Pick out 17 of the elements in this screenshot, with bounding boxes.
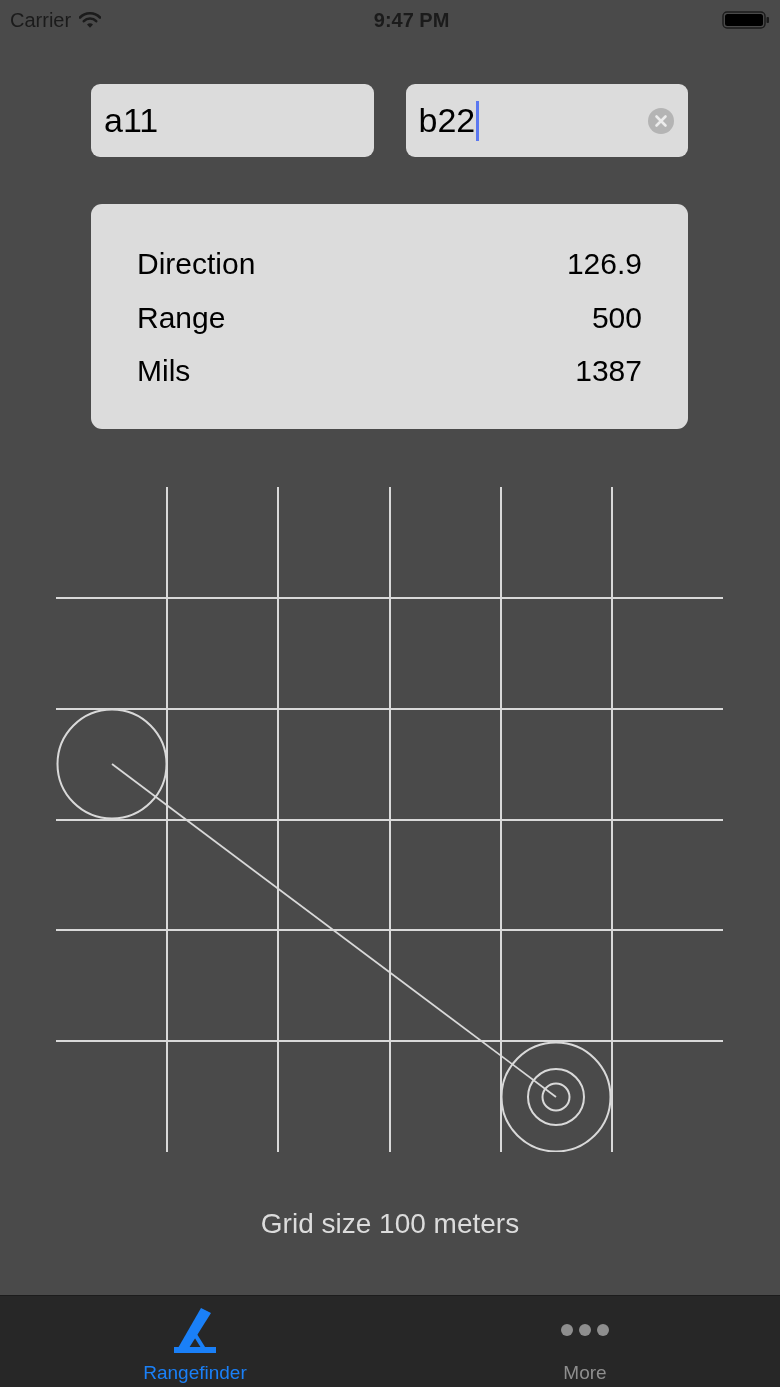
grid-caption: Grid size 100 meters xyxy=(259,1207,521,1241)
wifi-icon xyxy=(79,12,102,28)
result-value: 500 xyxy=(591,299,642,336)
result-value: 126.9 xyxy=(566,246,642,283)
tab-item[interactable]: More xyxy=(390,1296,780,1387)
rangefinder-icon xyxy=(174,1307,216,1353)
more-icon xyxy=(561,1324,609,1336)
result-label: Mils xyxy=(137,353,191,390)
result-label: Range xyxy=(137,299,226,336)
text-cursor-icon xyxy=(476,100,480,141)
input-field[interactable]: a11 xyxy=(91,84,374,157)
battery-icon xyxy=(722,11,770,29)
result-label: Direction xyxy=(137,246,256,283)
result-value: 1387 xyxy=(575,353,642,390)
input-field[interactable]: b22 xyxy=(405,84,688,157)
tab-item[interactable]: Rangefinder xyxy=(0,1296,390,1387)
clear-icon[interactable] xyxy=(648,107,674,134)
